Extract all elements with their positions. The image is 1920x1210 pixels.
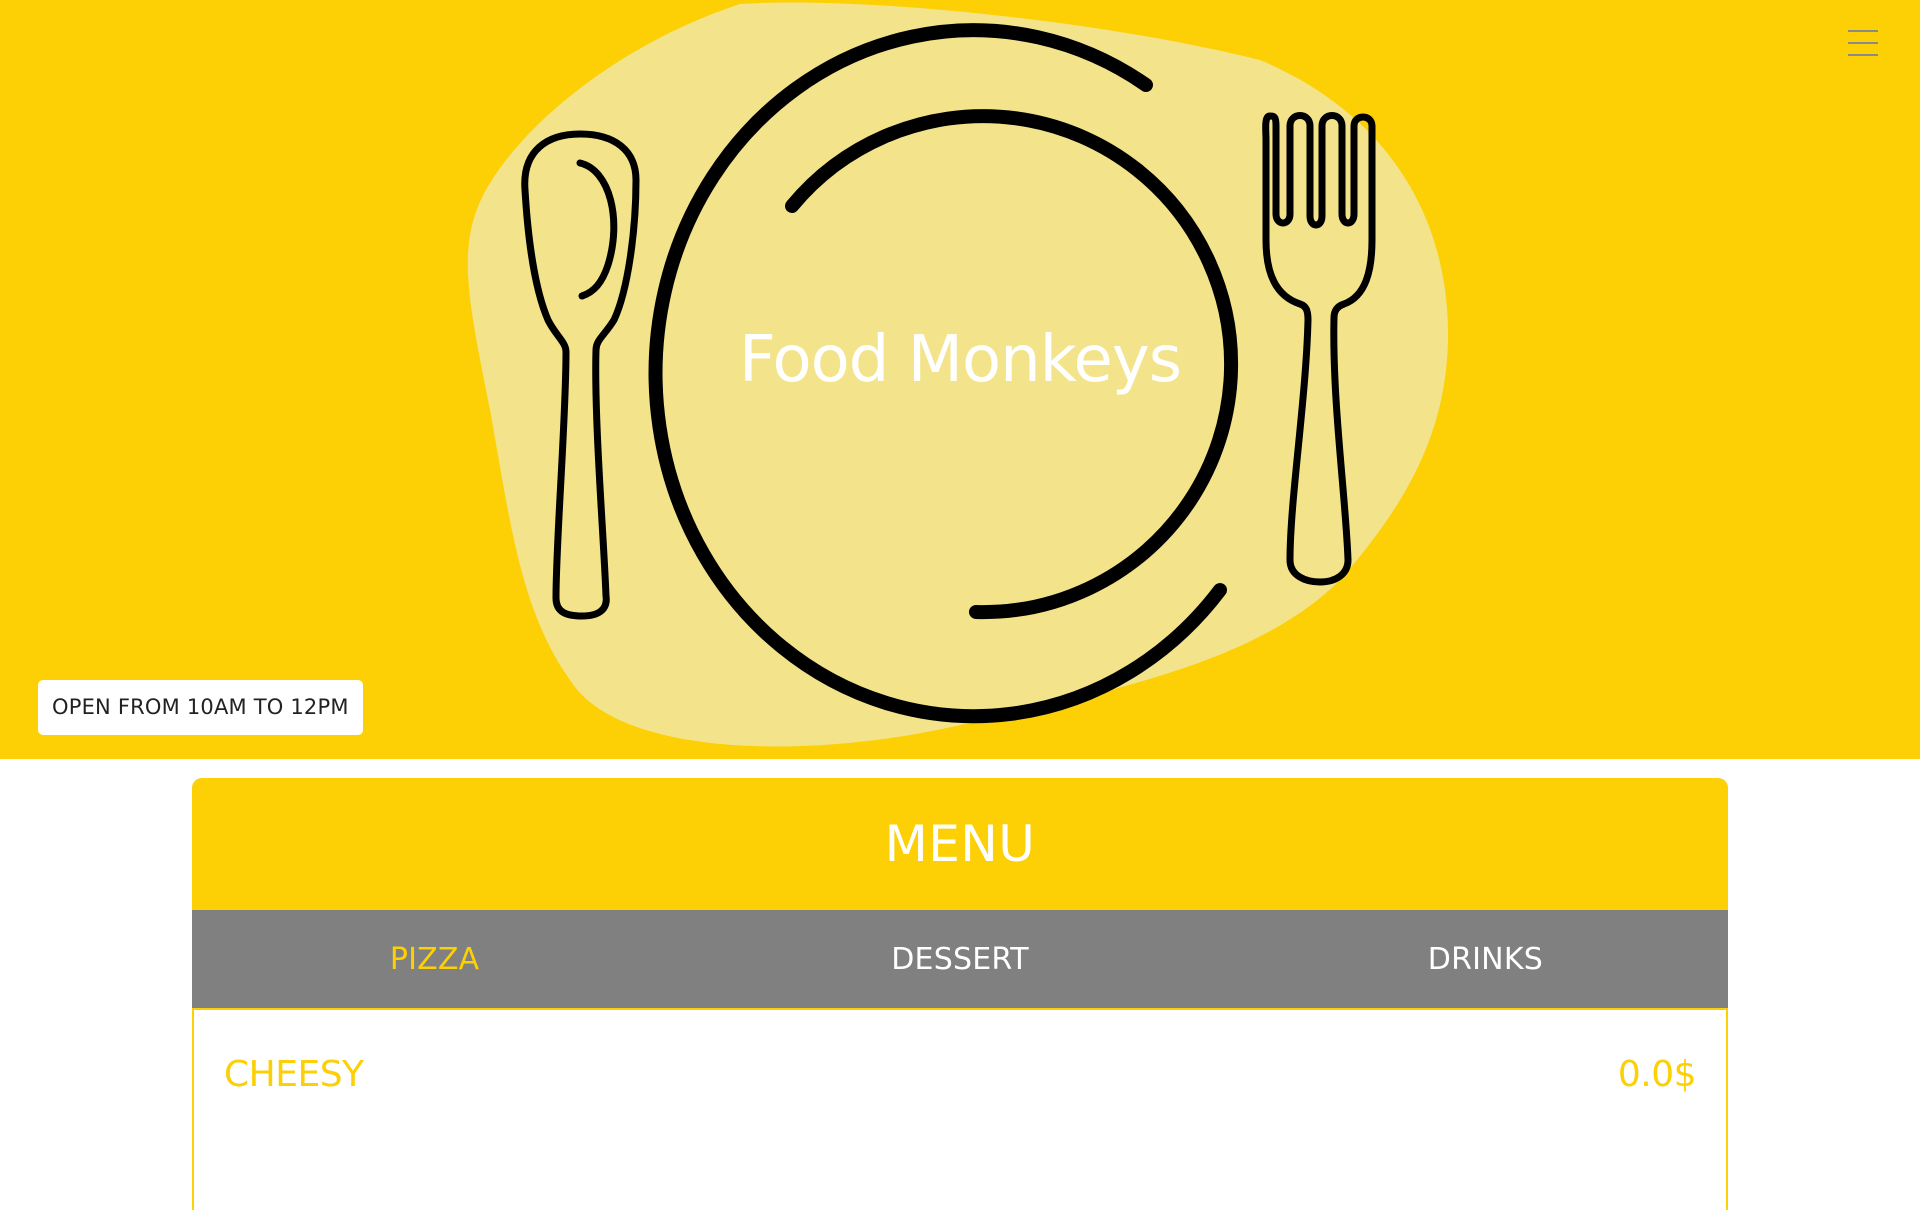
menu-item-price: 0.0$ [1617,1053,1697,1095]
hamburger-icon [1848,30,1878,32]
tab-drinks[interactable]: DRINKS [1203,910,1728,1008]
hamburger-menu-button[interactable] [1844,30,1882,64]
tab-dessert[interactable]: DESSERT [717,910,1202,1008]
hamburger-icon-bar [1848,54,1878,56]
menu-card: MENU PIZZA DESSERT DRINKS CHEESY 0.0$ [192,778,1728,1210]
menu-header: MENU [192,778,1728,910]
list-item[interactable]: CHEESY 0.0$ [194,1010,1726,1110]
hamburger-icon-bar [1848,42,1878,44]
tab-pizza[interactable]: PIZZA [192,910,717,1008]
menu-item-name: CHEESY [224,1053,364,1095]
menu-item-list: CHEESY 0.0$ [192,1010,1728,1210]
hero-banner: Food Monkeys OPEN FROM 10AM TO 12PM [0,0,1920,759]
opening-hours-badge: OPEN FROM 10AM TO 12PM [38,680,363,735]
menu-heading: MENU [884,815,1036,873]
menu-category-tabs: PIZZA DESSERT DRINKS [192,910,1728,1010]
site-title: Food Monkeys [738,323,1182,397]
